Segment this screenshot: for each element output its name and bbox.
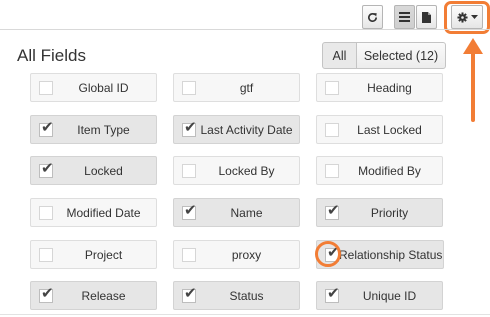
field-label: Locked By <box>218 163 275 178</box>
field-label: gtf <box>239 80 254 95</box>
list-view-icon <box>399 12 410 22</box>
checkmark-icon: ✔ <box>41 284 54 302</box>
filter-selected-button[interactable]: Selected (12) <box>356 42 446 69</box>
document-icon <box>422 11 431 23</box>
field-checkbox[interactable]: ✔ <box>182 118 197 137</box>
field-option[interactable]: Modified By <box>316 156 443 185</box>
filter-all-button[interactable]: All <box>322 42 357 69</box>
list-view-button[interactable] <box>394 5 415 29</box>
field-checkbox[interactable] <box>325 163 339 178</box>
field-checkbox[interactable] <box>39 80 53 95</box>
checkmark-icon: ✔ <box>184 284 197 302</box>
field-label: Heading <box>367 80 412 95</box>
toolbar-divider <box>0 29 490 30</box>
field-option[interactable]: proxy <box>173 240 300 269</box>
field-label: Locked <box>84 163 123 178</box>
field-label: Item Type <box>77 122 130 137</box>
checkmark-icon: ✔ <box>184 201 197 219</box>
checkmark-icon: ✔ <box>327 201 340 219</box>
field-checkbox[interactable]: ✔ <box>39 284 54 303</box>
field-checkbox[interactable]: ✔ <box>182 284 197 303</box>
checkmark-icon: ✔ <box>327 284 340 302</box>
field-label: proxy <box>231 247 262 262</box>
refresh-icon <box>368 12 377 22</box>
field-checkbox[interactable] <box>182 247 196 262</box>
field-checkbox[interactable]: ✔ <box>325 284 340 303</box>
checkmark-icon: ✔ <box>41 159 54 177</box>
refresh-button[interactable] <box>362 5 383 29</box>
field-option[interactable]: Last Locked <box>316 115 443 144</box>
field-option[interactable]: ✔ Locked <box>30 156 157 185</box>
field-checkbox[interactable] <box>39 247 53 262</box>
field-option[interactable]: Project <box>30 240 157 269</box>
bottom-divider <box>0 314 490 315</box>
field-label: Modified Date <box>66 205 141 220</box>
field-option[interactable]: Locked By <box>173 156 300 185</box>
field-option[interactable]: Heading <box>316 73 443 102</box>
field-checkbox[interactable] <box>39 205 53 220</box>
field-option[interactable]: ✔ Priority <box>316 198 443 227</box>
field-label: Priority <box>370 205 409 220</box>
annotation-arrow-shaft <box>471 50 475 122</box>
field-checkbox[interactable] <box>325 122 339 137</box>
checkbox-highlight-annotation <box>315 241 341 267</box>
field-option[interactable]: ✔ Last Activity Date <box>173 115 300 144</box>
field-checkbox[interactable]: ✔ <box>182 201 197 220</box>
field-checkbox[interactable]: ✔ <box>325 201 340 220</box>
field-label: Unique ID <box>362 288 417 303</box>
field-label: Relationship Status <box>339 247 443 262</box>
field-option[interactable]: ✔ Status <box>173 281 300 310</box>
panel-title: All Fields <box>17 46 86 65</box>
field-label: Name <box>230 205 263 220</box>
field-label: Last Activity Date <box>200 122 293 137</box>
field-label: Modified By <box>358 163 421 178</box>
field-label: Project <box>84 247 123 262</box>
field-label: Status <box>229 288 264 303</box>
field-option[interactable]: ✔ Name <box>173 198 300 227</box>
field-option[interactable]: ✔ Unique ID <box>316 281 443 310</box>
field-label: Last Locked <box>357 122 422 137</box>
field-checkbox[interactable] <box>182 80 196 95</box>
field-checkbox[interactable]: ✔ <box>39 159 54 178</box>
field-label: Global ID <box>78 80 129 95</box>
field-option[interactable]: Modified Date <box>30 198 157 227</box>
field-option[interactable]: gtf <box>173 73 300 102</box>
field-checkbox[interactable] <box>182 163 196 178</box>
field-option[interactable]: Global ID <box>30 73 157 102</box>
checkmark-icon: ✔ <box>41 118 54 136</box>
document-view-button[interactable] <box>416 5 437 29</box>
field-option[interactable]: ✔ Release <box>30 281 157 310</box>
field-checkbox[interactable] <box>325 80 339 95</box>
field-label: Release <box>81 288 126 303</box>
field-option[interactable]: ✔ Item Type <box>30 115 157 144</box>
checkmark-icon: ✔ <box>184 118 197 136</box>
field-checkbox[interactable]: ✔ <box>39 118 54 137</box>
